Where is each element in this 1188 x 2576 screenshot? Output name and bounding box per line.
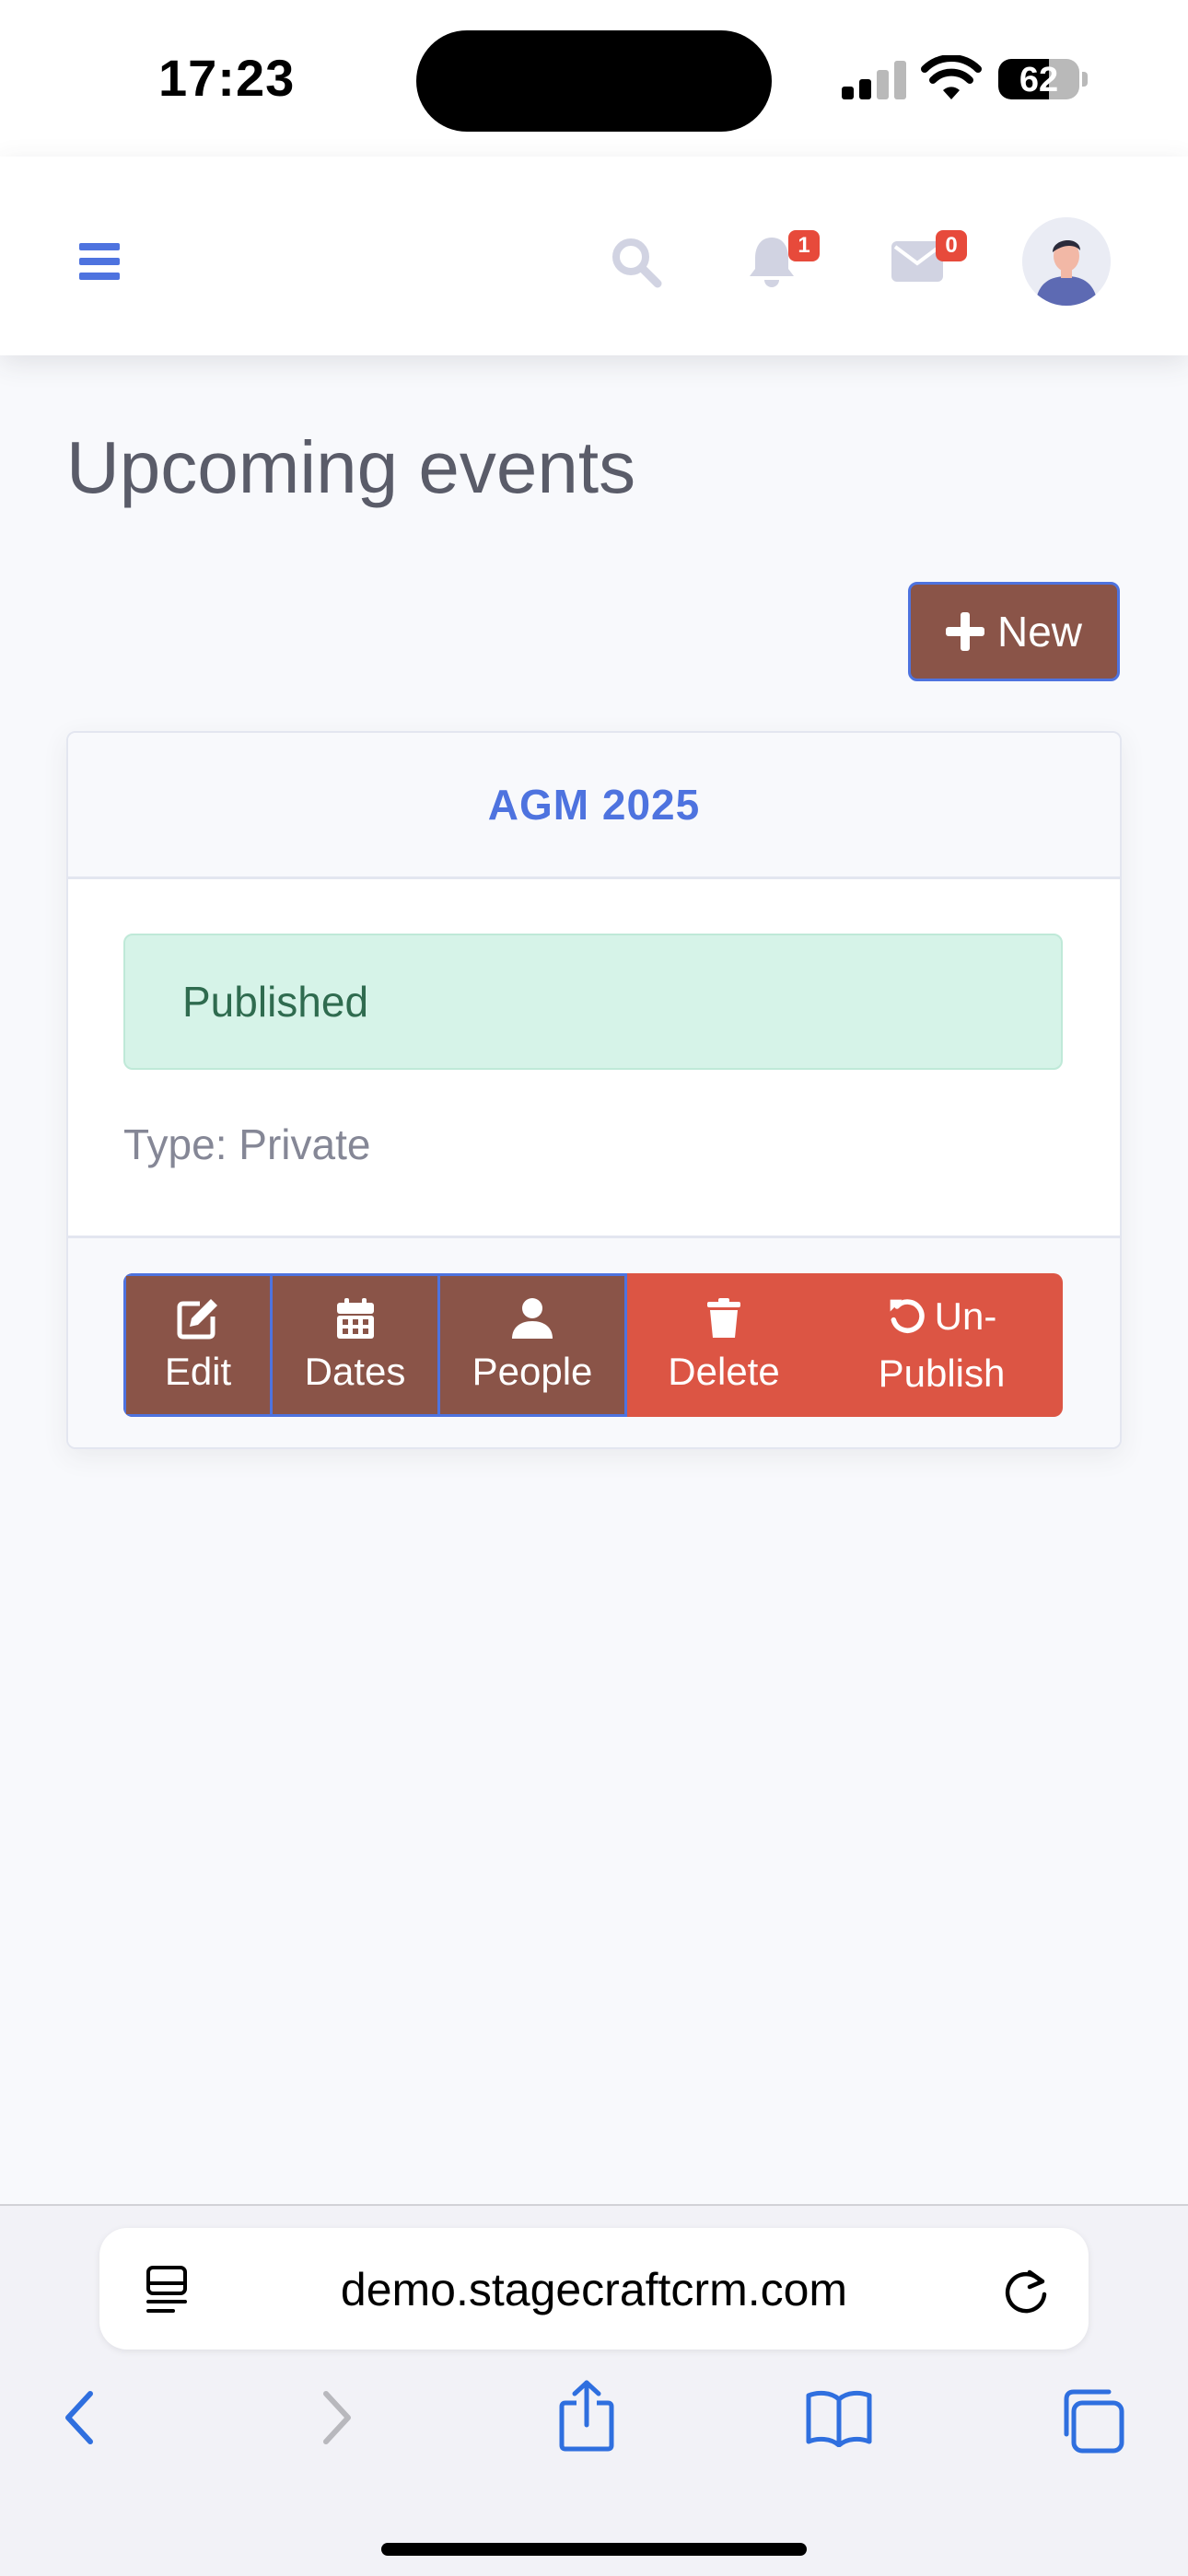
delete-button[interactable]: Delete (627, 1273, 821, 1417)
battery-percentage: 62 (1019, 61, 1059, 99)
dates-button[interactable]: Dates (273, 1273, 440, 1417)
avatar-illustration (1022, 217, 1111, 306)
new-event-button[interactable]: New (908, 582, 1120, 681)
bookmarks-icon[interactable] (805, 2388, 873, 2447)
calendar-icon (336, 1298, 374, 1339)
browser-bottom-bar: demo.stagecraftcrm.com (0, 2204, 1188, 2576)
event-type: Type: Private (123, 1120, 371, 1168)
unpublish-label: Un- Publish (879, 1288, 1006, 1402)
edit-button[interactable]: Edit (123, 1273, 273, 1417)
notifications-badge: 1 (788, 230, 820, 261)
reload-icon[interactable] (1000, 2265, 1052, 2316)
event-actions-group: Edit Dates People Delete Un- Publish (123, 1273, 1063, 1417)
unpublish-label-line2: Publish (878, 1352, 1006, 1395)
plus-icon (945, 612, 984, 651)
address-bar[interactable]: demo.stagecraftcrm.com (99, 2228, 1089, 2350)
page-title: Upcoming events (66, 426, 636, 508)
status-bar: 17:23 62 (0, 0, 1188, 157)
dates-button-label: Dates (304, 1350, 406, 1393)
user-avatar[interactable] (1022, 217, 1111, 306)
unpublish-button[interactable]: Un- Publish (821, 1273, 1063, 1417)
status-alert: Published (123, 934, 1063, 1070)
dynamic-island (416, 30, 772, 132)
delete-button-label: Delete (668, 1350, 780, 1393)
wifi-icon (921, 55, 982, 99)
url-text[interactable]: demo.stagecraftcrm.com (99, 2263, 1089, 2316)
people-button[interactable]: People (440, 1273, 627, 1417)
app-topbar: 1 0 (0, 157, 1188, 355)
event-card: AGM 2025 Published Type: Private Edit Da… (66, 731, 1122, 1449)
event-card-header: AGM 2025 (68, 733, 1120, 879)
sidebar-toggle-menu-icon[interactable] (79, 243, 120, 280)
tabs-icon[interactable] (1059, 2388, 1125, 2454)
trash-icon (707, 1298, 740, 1338)
edit-button-label: Edit (164, 1350, 232, 1393)
user-icon (512, 1298, 553, 1339)
status-time: 17:23 (158, 49, 296, 107)
cellular-signal-icon (842, 59, 908, 99)
event-card-footer: Edit Dates People Delete Un- Publish (68, 1236, 1120, 1447)
search-icon[interactable] (610, 236, 663, 289)
undo-icon (890, 1299, 925, 1333)
event-title[interactable]: AGM 2025 (488, 780, 700, 830)
forward-icon[interactable] (319, 2388, 355, 2447)
share-icon[interactable] (556, 2379, 617, 2453)
home-indicator (381, 2543, 807, 2556)
back-icon[interactable] (61, 2388, 98, 2447)
people-button-label: People (472, 1350, 593, 1393)
messages-badge: 0 (936, 230, 967, 261)
unpublish-label-line1: Un- (934, 1294, 997, 1338)
edit-icon (177, 1299, 217, 1340)
battery-indicator: 62 (998, 59, 1079, 99)
new-button-label: New (996, 608, 1083, 656)
battery-tip (1082, 72, 1088, 87)
